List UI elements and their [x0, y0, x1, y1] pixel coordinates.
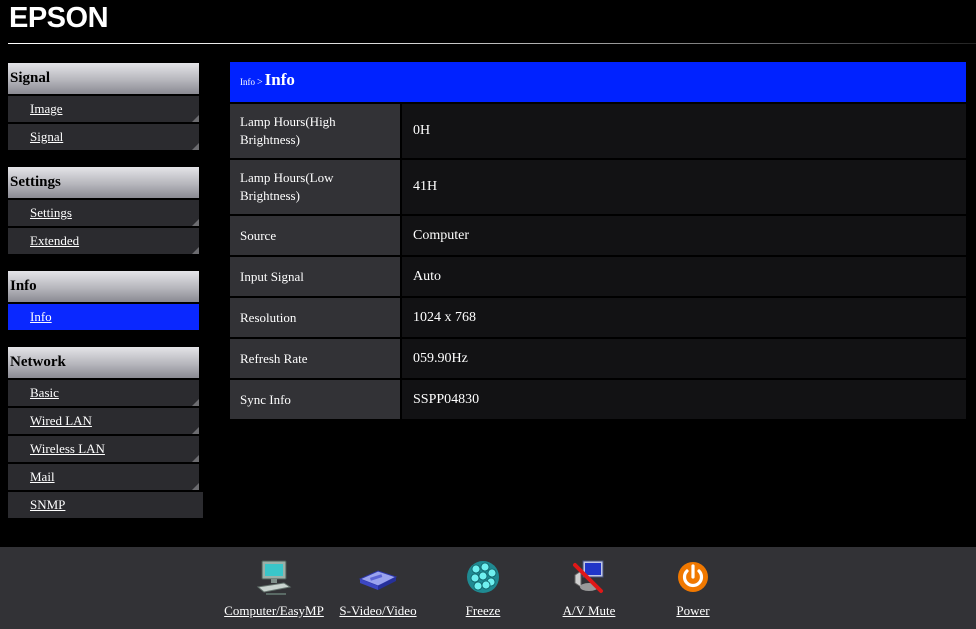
sidebar-item-settings[interactable]: Settings [8, 200, 199, 226]
info-row-refresh-rate: Refresh Rate 059.90Hz [230, 339, 966, 378]
freeze-button[interactable]: Freeze [460, 557, 506, 619]
info-label: Lamp Hours(Low Brightness) [230, 160, 400, 214]
av-mute-button-label[interactable]: A/V Mute [560, 603, 618, 619]
sidebar-item-label[interactable]: Info [30, 309, 52, 324]
info-row-lamp-low: Lamp Hours(Low Brightness) 41H [230, 160, 966, 214]
info-label: Input Signal [230, 257, 400, 296]
sidebar-item-label[interactable]: Wired LAN [30, 413, 92, 428]
computer-button-label[interactable]: Computer/EasyMP [222, 603, 326, 619]
info-row-input-signal: Input Signal Auto [230, 257, 966, 296]
svideo-button-label[interactable]: S-Video/Video [338, 603, 418, 619]
sidebar-item-signal[interactable]: Signal [8, 124, 199, 150]
av-mute-button[interactable]: A/V Mute [560, 557, 618, 619]
av-mute-icon [573, 560, 604, 593]
sidebar-item-label[interactable]: Extended [30, 233, 79, 248]
info-value: SSPP04830 [402, 380, 966, 419]
breadcrumb-separator: > [257, 77, 263, 88]
info-label: Lamp Hours(High Brightness) [230, 104, 400, 158]
info-row-resolution: Resolution 1024 x 768 [230, 298, 966, 337]
info-row-source: Source Computer [230, 216, 966, 255]
breadcrumb: Info [240, 77, 255, 87]
info-value: Auto [402, 257, 966, 296]
sidebar-item-wired-lan[interactable]: Wired LAN [8, 408, 199, 434]
sidebar-item-image[interactable]: Image [8, 96, 199, 122]
sidebar-section-signal: Signal [8, 63, 199, 94]
power-icon [678, 562, 708, 592]
svideo-button[interactable]: S-Video/Video [338, 557, 418, 619]
sidebar-item-info[interactable]: Info [8, 304, 199, 330]
power-button[interactable]: Power [674, 557, 712, 619]
sidebar-section-info: Info [8, 271, 199, 302]
computer-icon [256, 560, 292, 595]
info-row-sync-info: Sync Info SSPP04830 [230, 380, 966, 419]
sidebar-item-label[interactable]: Wireless LAN [30, 441, 105, 456]
info-label: Sync Info [230, 380, 400, 419]
sidebar-item-wireless-lan[interactable]: Wireless LAN [8, 436, 199, 462]
computer-button[interactable]: Computer/EasyMP [222, 557, 326, 619]
freeze-button-label[interactable]: Freeze [460, 603, 506, 619]
epson-logo: EPSON [9, 2, 109, 34]
sidebar: Signal Image Signal Settings Settings Ex… [8, 63, 204, 518]
sidebar-item-label[interactable]: Basic [30, 385, 59, 400]
video-device-icon [358, 570, 398, 590]
info-value: Computer [402, 216, 966, 255]
info-value: 059.90Hz [402, 339, 966, 378]
sidebar-item-label[interactable]: SNMP [30, 497, 65, 512]
info-row-lamp-high: Lamp Hours(High Brightness) 0H [230, 104, 966, 158]
info-label: Resolution [230, 298, 400, 337]
info-label: Refresh Rate [230, 339, 400, 378]
page-title: Info [264, 70, 295, 89]
sidebar-item-label[interactable]: Mail [30, 469, 55, 484]
sidebar-item-extended[interactable]: Extended [8, 228, 199, 254]
header-divider [8, 43, 976, 44]
sidebar-item-snmp[interactable]: SNMP [8, 492, 203, 518]
info-value: 0H [402, 104, 966, 158]
sidebar-item-label[interactable]: Settings [30, 205, 72, 220]
sidebar-item-label[interactable]: Image [30, 101, 62, 116]
info-label: Source [230, 216, 400, 255]
info-value: 41H [402, 160, 966, 214]
sidebar-section-network: Network [8, 347, 199, 378]
page-title-bar: Info > Info [230, 62, 966, 102]
header: EPSON [0, 0, 976, 46]
sidebar-item-label[interactable]: Signal [30, 129, 63, 144]
info-value: 1024 x 768 [402, 298, 966, 337]
power-button-label[interactable]: Power [674, 603, 712, 619]
sidebar-item-basic[interactable]: Basic [8, 380, 199, 406]
freeze-icon [467, 561, 499, 593]
sidebar-item-mail[interactable]: Mail [8, 464, 199, 490]
sidebar-section-settings: Settings [8, 167, 199, 198]
control-toolbar: Computer/EasyMP S-Video/Video Freeze A/V… [0, 547, 976, 629]
info-panel: Info > Info Lamp Hours(High Brightness) 0H… [230, 62, 966, 419]
